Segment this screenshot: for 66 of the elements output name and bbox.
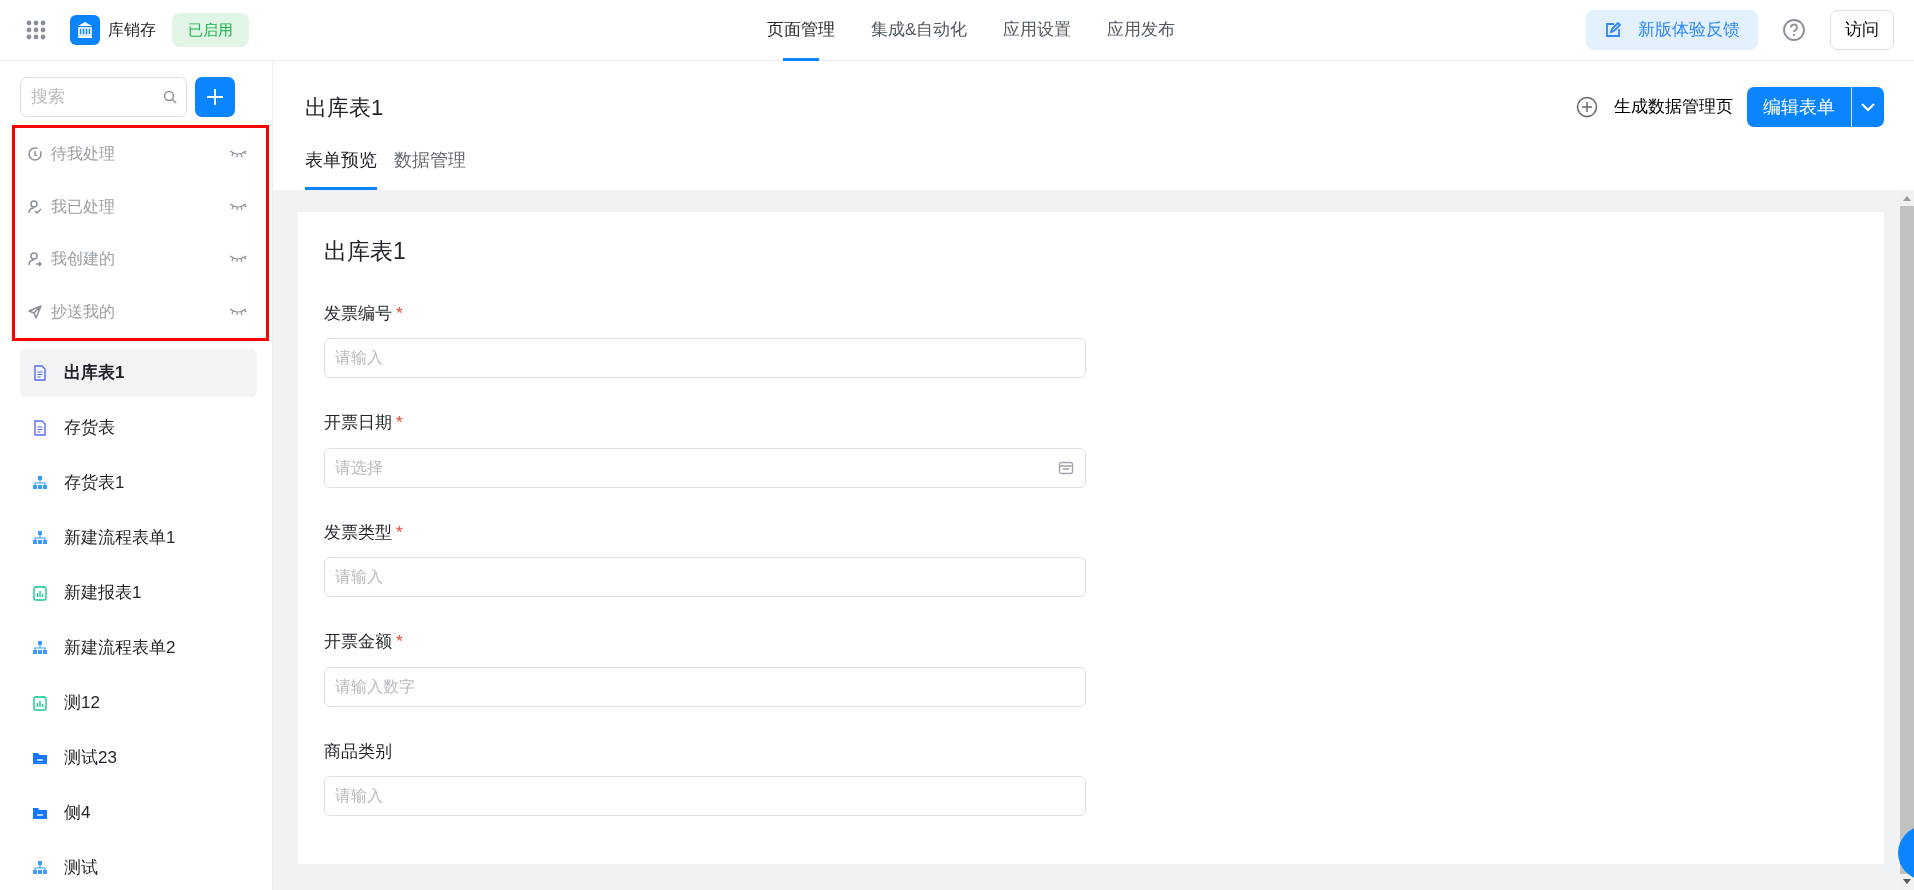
hierarchy-icon xyxy=(32,860,48,876)
user-arrow-icon xyxy=(27,251,43,268)
sidebar-item[interactable]: 新建报表1 xyxy=(20,569,257,617)
field-label: 发票类型 xyxy=(324,522,392,542)
scroll-down-icon[interactable] xyxy=(1902,878,1912,886)
input-field[interactable]: 请输入数字 xyxy=(324,666,1086,707)
nav-tab[interactable]: 应用设置 xyxy=(985,0,1090,61)
closed-eye-icon[interactable] xyxy=(228,149,248,160)
sidebar-item[interactable]: 存货表 xyxy=(20,404,257,452)
required-mark: * xyxy=(396,303,403,323)
document-icon xyxy=(32,420,48,436)
input-field[interactable]: 请输入 xyxy=(324,338,1086,378)
calendar-icon xyxy=(1058,459,1074,476)
edit-note-icon xyxy=(1604,21,1622,39)
nav-tab[interactable]: 应用发布 xyxy=(1089,0,1194,61)
field-label: 开票金额 xyxy=(324,632,392,651)
visit-button[interactable]: 访问 xyxy=(1830,10,1894,50)
page-tab[interactable]: 数据管理 xyxy=(394,147,466,190)
closed-eye-icon[interactable] xyxy=(228,254,248,265)
nav-tab[interactable]: 集成&自动化 xyxy=(853,0,986,61)
date-field[interactable]: 请选择 xyxy=(324,447,1086,488)
nav-tab[interactable]: 页面管理 xyxy=(749,0,853,61)
required-mark: * xyxy=(396,522,403,542)
field-label: 开票日期 xyxy=(324,413,392,432)
bar-chart-icon xyxy=(32,695,48,711)
plus-circle-icon xyxy=(1576,96,1598,118)
app-name: 库销存 xyxy=(108,20,156,40)
search-icon xyxy=(163,90,177,104)
field-label: 发票编号 xyxy=(324,303,392,323)
sidebar-item[interactable]: 出库表1 xyxy=(20,349,257,397)
folder-icon xyxy=(32,805,48,821)
sidebar-item[interactable]: 新建流程表单1 xyxy=(20,514,257,562)
sidebar-item[interactable]: 测试 xyxy=(20,844,257,890)
generate-page-link[interactable]: 生成数据管理页 xyxy=(1570,93,1739,121)
closed-eye-icon[interactable] xyxy=(228,306,248,317)
clock-icon xyxy=(27,146,43,163)
closed-eye-icon[interactable] xyxy=(228,201,248,212)
scroll-up-icon[interactable] xyxy=(1902,194,1912,202)
bar-chart-icon xyxy=(32,585,48,601)
document-icon xyxy=(32,365,48,381)
page-title: 出库表1 xyxy=(305,93,384,122)
sidebar-item[interactable]: 新建流程表单2 xyxy=(20,624,257,672)
sidebar-item[interactable]: 测试23 xyxy=(20,734,257,782)
form-title: 出库表1 xyxy=(324,237,407,266)
user-check-icon xyxy=(27,198,43,215)
required-mark: * xyxy=(396,413,403,432)
required-mark: * xyxy=(396,632,403,651)
search-field[interactable]: 搜索 xyxy=(20,77,187,117)
status-badge: 已启用 xyxy=(172,12,249,48)
paper-plane-icon xyxy=(27,303,43,320)
hierarchy-icon xyxy=(32,640,48,656)
help-icon[interactable] xyxy=(1782,18,1806,42)
hierarchy-icon xyxy=(32,475,48,491)
chevron-down-icon xyxy=(1860,102,1876,112)
sidebar-item[interactable]: 存货表1 xyxy=(20,459,257,507)
sidebar-item[interactable]: 测12 xyxy=(20,679,257,727)
sidebar-item[interactable]: 侧4 xyxy=(20,789,257,837)
hierarchy-icon xyxy=(32,530,48,546)
apps-menu-icon[interactable] xyxy=(26,20,46,40)
bank-icon xyxy=(70,15,100,45)
input-field[interactable]: 请输入 xyxy=(324,776,1086,816)
add-button[interactable] xyxy=(195,77,235,117)
input-field[interactable]: 请输入 xyxy=(324,557,1086,597)
field-label: 商品类别 xyxy=(324,741,392,761)
plus-icon xyxy=(206,88,224,106)
folder-icon xyxy=(32,750,48,766)
